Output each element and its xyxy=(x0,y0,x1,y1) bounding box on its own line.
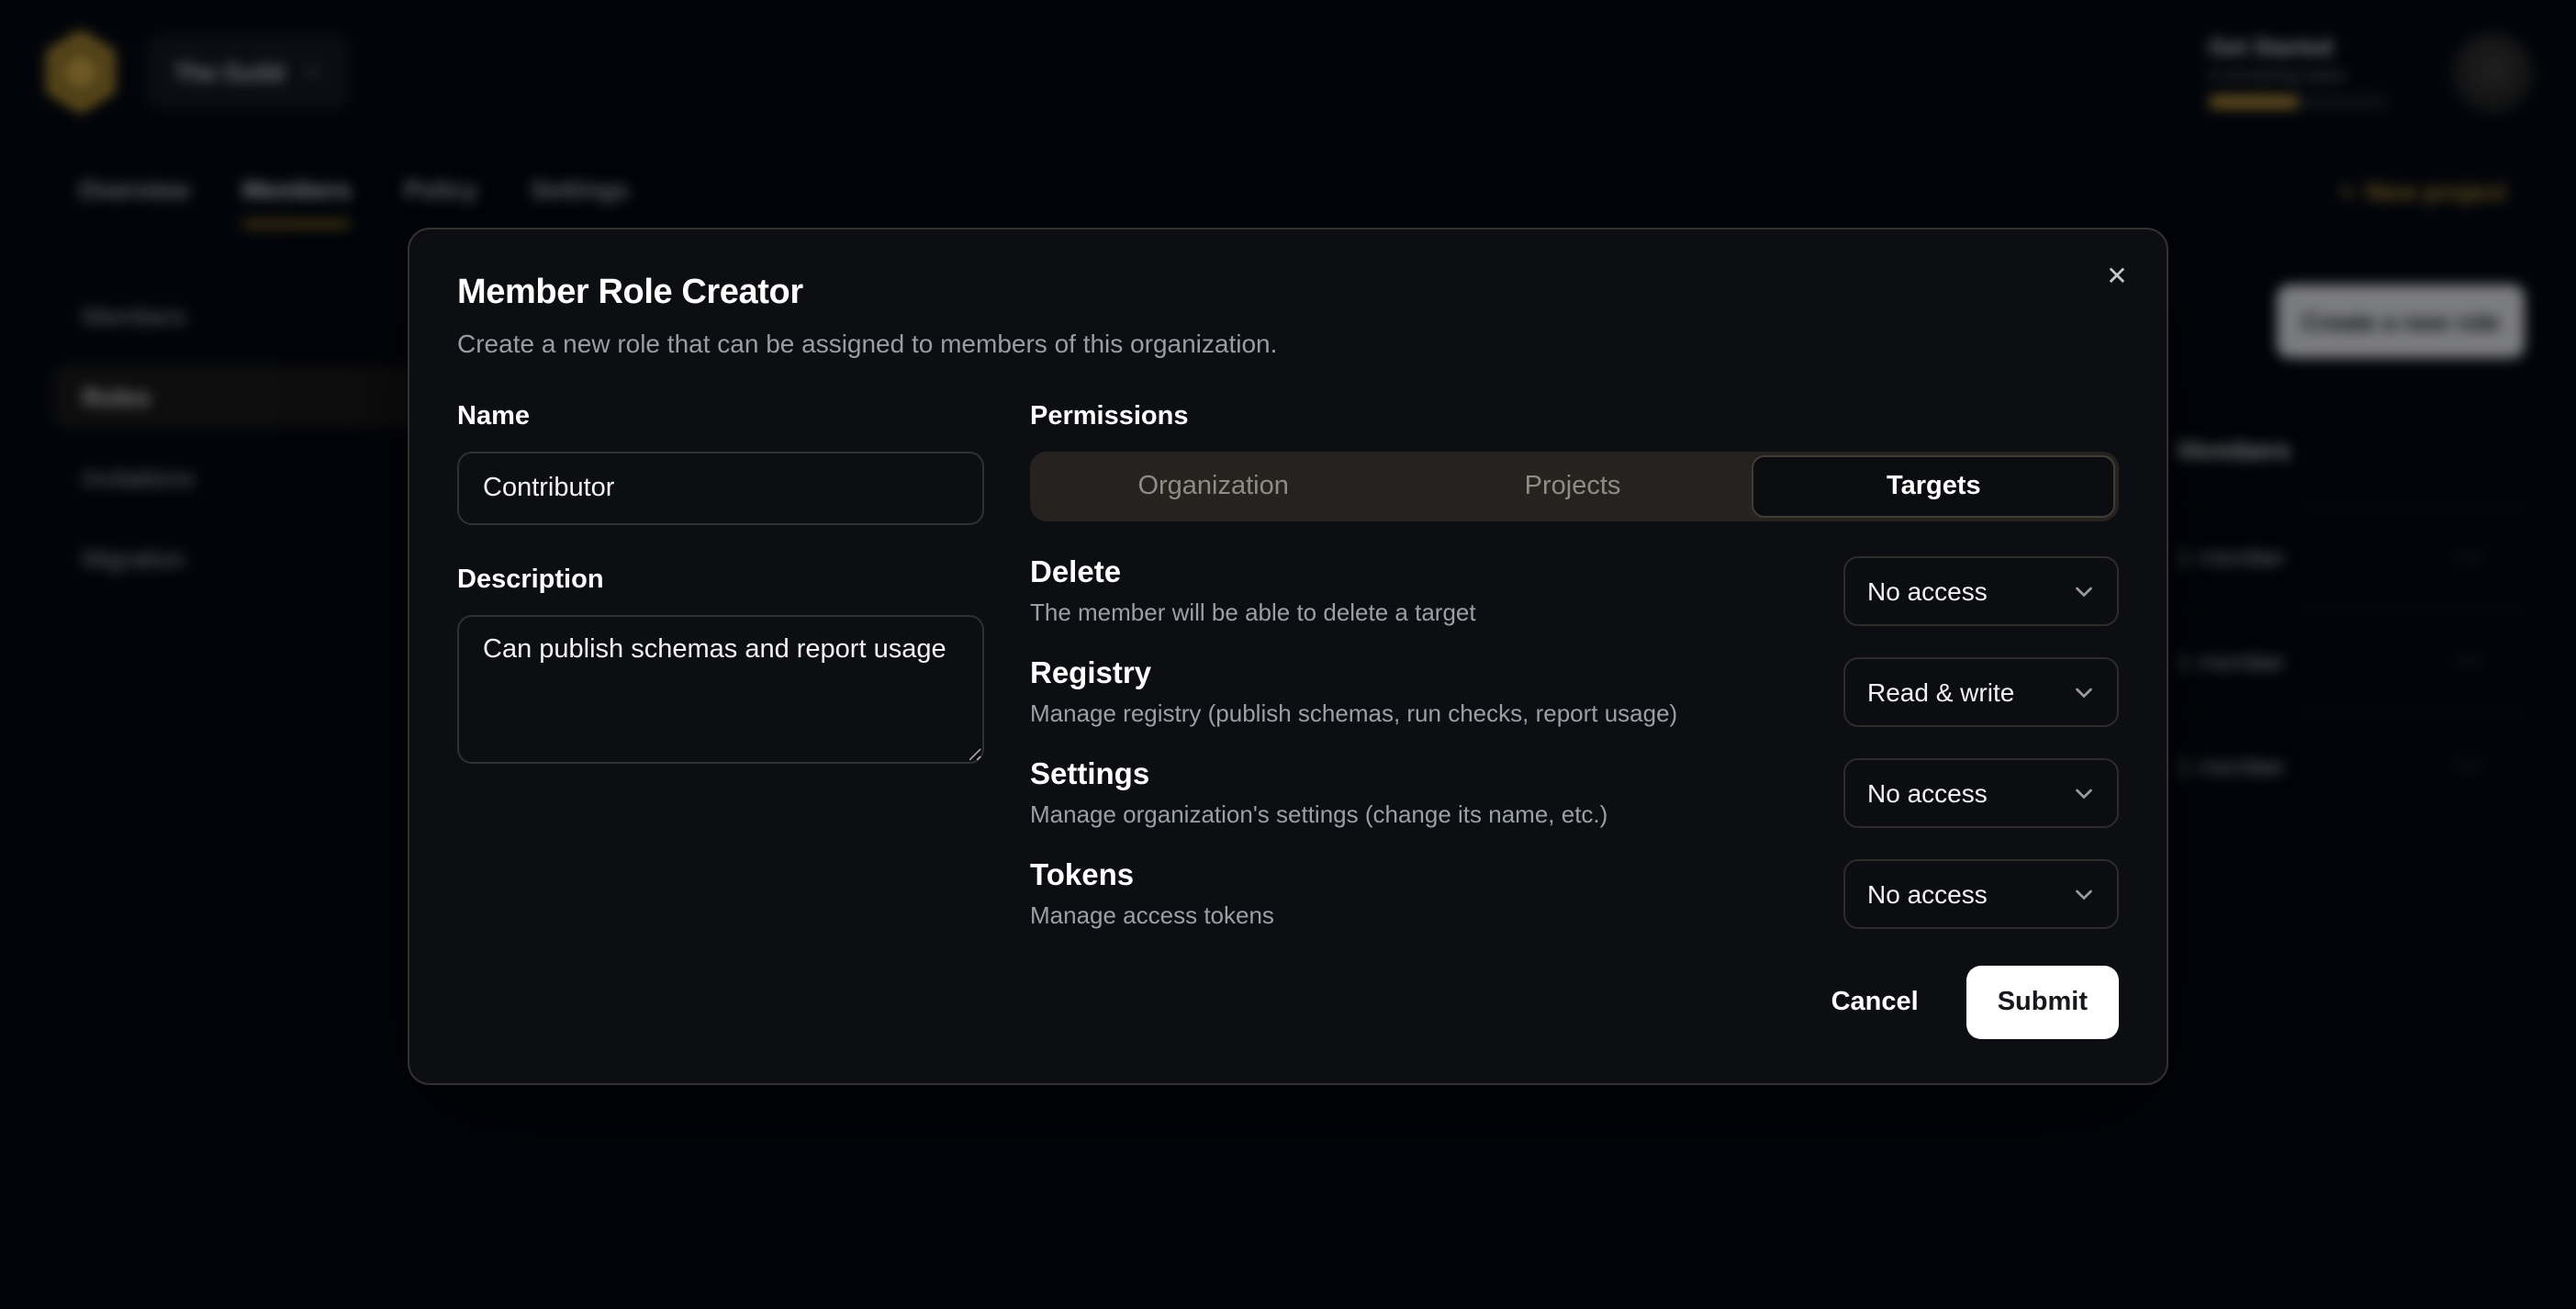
permission-row-settings: Settings Manage organization's settings … xyxy=(1030,758,2119,828)
select-value: No access xyxy=(1867,778,1988,808)
permission-description: Manage organization's settings (change i… xyxy=(1030,800,1607,828)
permission-row-registry: Registry Manage registry (publish schema… xyxy=(1030,657,2119,727)
permission-title: Tokens xyxy=(1030,859,1274,894)
chevron-down-icon xyxy=(2073,883,2095,905)
name-input[interactable] xyxy=(457,452,984,525)
tab-projects[interactable]: Projects xyxy=(1393,455,1752,518)
permission-text: Tokens Manage access tokens xyxy=(1030,859,1274,929)
tokens-access-select[interactable]: No access xyxy=(1843,859,2119,929)
permission-row-tokens: Tokens Manage access tokens No access xyxy=(1030,859,2119,929)
permissions-tablist: Organization Projects Targets xyxy=(1030,452,2119,521)
chevron-down-icon xyxy=(2073,580,2095,602)
permission-title: Settings xyxy=(1030,758,1607,793)
permission-text: Registry Manage registry (publish schema… xyxy=(1030,657,1677,727)
modal-body: Name Description Can publish schemas and… xyxy=(457,402,2119,960)
permission-text: Delete The member will be able to delete… xyxy=(1030,556,1476,626)
permission-title: Delete xyxy=(1030,556,1476,591)
permissions-label: Permissions xyxy=(1030,402,2119,431)
submit-button[interactable]: Submit xyxy=(1966,966,2119,1039)
registry-access-select[interactable]: Read & write xyxy=(1843,657,2119,727)
left-column: Name Description Can publish schemas and… xyxy=(457,402,984,960)
chevron-down-icon xyxy=(2073,681,2095,703)
name-label: Name xyxy=(457,402,984,431)
modal-subtitle: Create a new role that can be assigned t… xyxy=(457,329,2119,358)
cancel-button[interactable]: Cancel xyxy=(1798,966,1952,1039)
permission-description: Manage registry (publish schemas, run ch… xyxy=(1030,699,1677,727)
permission-description: Manage access tokens xyxy=(1030,901,1274,929)
settings-access-select[interactable]: No access xyxy=(1843,758,2119,828)
delete-access-select[interactable]: No access xyxy=(1843,556,2119,626)
permission-row-delete: Delete The member will be able to delete… xyxy=(1030,556,2119,626)
select-value: No access xyxy=(1867,879,1988,909)
right-column: Permissions Organization Projects Target… xyxy=(1030,402,2119,960)
modal-footer: Cancel Submit xyxy=(1798,966,2119,1039)
close-icon[interactable]: ✕ xyxy=(2097,255,2137,296)
select-value: No access xyxy=(1867,576,1988,606)
permission-title: Registry xyxy=(1030,657,1677,692)
permission-description: The member will be able to delete a targ… xyxy=(1030,599,1476,626)
app-root: The Guild Get Started 4 remaining tasks … xyxy=(0,0,2576,1309)
chevron-down-icon xyxy=(2073,782,2095,804)
description-label: Description xyxy=(457,565,984,595)
permission-text: Settings Manage organization's settings … xyxy=(1030,758,1607,828)
modal-title: Member Role Creator xyxy=(457,274,2119,314)
tab-targets[interactable]: Targets xyxy=(1753,455,2115,518)
description-textarea[interactable]: Can publish schemas and report usage xyxy=(457,615,984,764)
select-value: Read & write xyxy=(1867,677,2014,707)
tab-organization[interactable]: Organization xyxy=(1034,455,1393,518)
member-role-creator-modal: ✕ Member Role Creator Create a new role … xyxy=(408,228,2168,1085)
